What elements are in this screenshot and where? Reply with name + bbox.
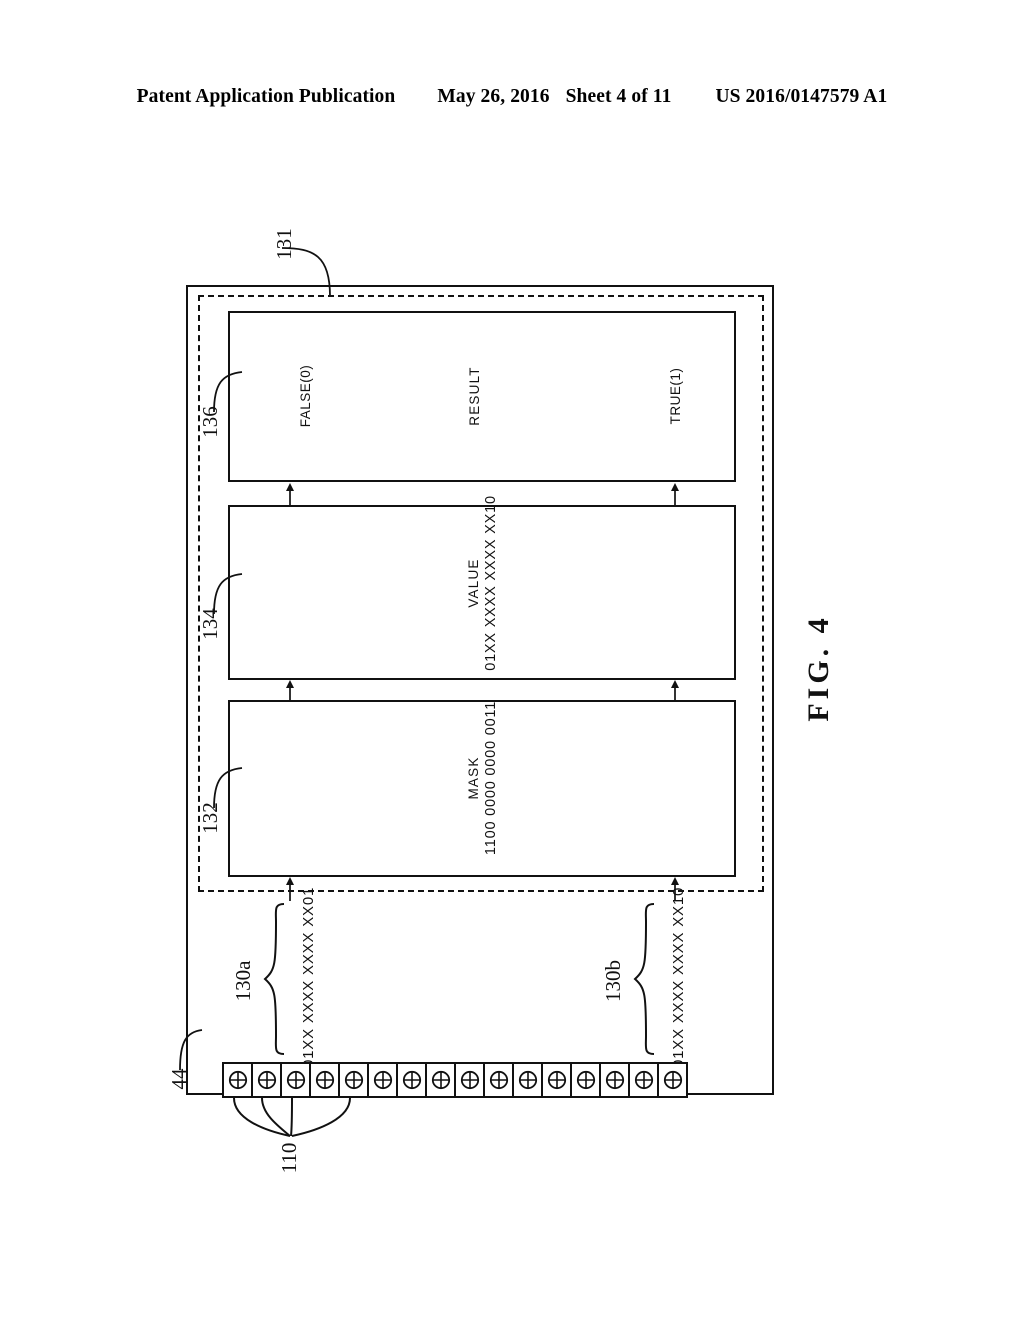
arrow-mask-to-value-left (283, 680, 297, 701)
mask-block-title: MASK (465, 756, 481, 800)
circled-plus-icon (634, 1070, 653, 1090)
bit-group-bits-130a: 01XX XXXX XXXX XX01 (300, 886, 317, 1068)
connector-pin (657, 1062, 688, 1098)
connector-pin (512, 1062, 543, 1098)
circled-plus-icon (431, 1070, 450, 1090)
circled-plus-icon (518, 1070, 537, 1090)
value-block-text: VALUE 01XX XXXX XXXX XX10 (459, 495, 505, 671)
connector-pin-strip (222, 1062, 688, 1098)
connector-pin (425, 1062, 456, 1098)
leader-line-132 (213, 767, 243, 809)
result-true-label: TRUE(1) (668, 367, 683, 425)
circled-plus-icon (489, 1070, 508, 1090)
connector-pin (483, 1062, 514, 1098)
figure-caption: FIG. 4 (802, 614, 835, 722)
circled-plus-icon (344, 1070, 363, 1090)
arrow-value-to-result-left (283, 483, 297, 505)
connector-pin (309, 1062, 340, 1098)
result-center-label: RESULT (467, 366, 482, 426)
connector-pin (628, 1062, 659, 1098)
circled-plus-icon (373, 1070, 392, 1090)
circled-plus-icon (402, 1070, 421, 1090)
mask-block-text: MASK 1100 0000 0000 0011 (459, 701, 505, 855)
connector-pin (454, 1062, 485, 1098)
circled-plus-icon (605, 1070, 624, 1090)
arrow-value-to-result-right (668, 483, 682, 505)
connector-pin (541, 1062, 572, 1098)
leader-line-44 (179, 1029, 203, 1071)
leader-line-136 (213, 371, 243, 413)
leader-curves-110 (233, 1097, 351, 1137)
value-block-bits: 01XX XXXX XXXX XX10 (482, 495, 499, 671)
bit-group-bits-130b: 01XX XXXX XXXX XX10 (670, 886, 687, 1068)
connector-pin (396, 1062, 427, 1098)
value-block-title: VALUE (465, 558, 481, 608)
arrow-mask-to-value-right (668, 680, 682, 701)
arrow-input-to-mask-left (283, 877, 297, 901)
brace-130b (633, 903, 655, 1055)
connector-pin (367, 1062, 398, 1098)
connector-pin (280, 1062, 311, 1098)
patent-figure: FALSE(0) RESULT TRUE(1) VALUE 01XX XXXX … (0, 0, 1024, 1320)
circled-plus-icon (663, 1070, 682, 1090)
circled-plus-icon (460, 1070, 479, 1090)
circled-plus-icon (315, 1070, 334, 1090)
bit-group-label-130a: 130a (231, 960, 255, 1002)
circled-plus-icon (228, 1070, 247, 1090)
connector-pin (338, 1062, 369, 1098)
leader-line-134 (213, 573, 243, 615)
circled-plus-icon (547, 1070, 566, 1090)
circled-plus-icon (257, 1070, 276, 1090)
connector-pin (222, 1062, 253, 1098)
ref-numeral-110: 110 (277, 1142, 301, 1174)
circled-plus-icon (576, 1070, 595, 1090)
leader-line-131 (281, 247, 331, 297)
mask-block-bits: 1100 0000 0000 0011 (482, 700, 499, 856)
circled-plus-icon (286, 1070, 305, 1090)
bit-group-label-130b: 130b (601, 960, 625, 1002)
brace-130a (263, 903, 285, 1055)
result-false-label: FALSE(0) (298, 364, 313, 428)
connector-pin (599, 1062, 630, 1098)
connector-pin (570, 1062, 601, 1098)
connector-pin (251, 1062, 282, 1098)
